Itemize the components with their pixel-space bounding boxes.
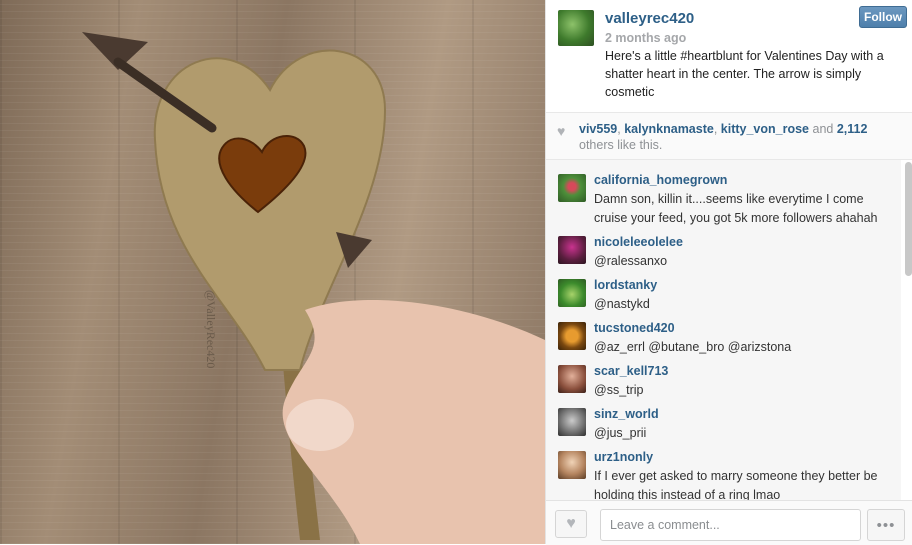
follow-button[interactable]: Follow — [859, 6, 907, 28]
comment-username[interactable]: sinz_world — [594, 407, 659, 421]
post-username[interactable]: valleyrec420 — [605, 10, 694, 27]
avatar[interactable] — [558, 279, 586, 307]
avatar[interactable] — [558, 236, 586, 264]
likes-text: viv559, kalynknamaste, kitty_von_rose an… — [579, 122, 868, 152]
avatar[interactable] — [558, 322, 586, 350]
comment-list[interactable]: california_homegrown Damn son, killin it… — [546, 160, 901, 500]
heart-icon: ♥ — [566, 515, 576, 532]
comment-text: @jus_prii — [594, 426, 647, 440]
comment-composer: ♥ ••• — [546, 500, 912, 545]
avatar[interactable] — [558, 408, 586, 436]
comment-scrollbar[interactable] — [905, 162, 912, 276]
comment-username[interactable]: urz1nonly — [594, 450, 653, 464]
heart-icon: ♥ — [557, 123, 566, 139]
post-caption: Here's a little #heartblunt for Valentin… — [605, 49, 884, 99]
likes-count[interactable]: 2,112 — [837, 122, 868, 136]
post-photo: @ValleyRec420 — [0, 0, 545, 544]
more-options-button[interactable]: ••• — [867, 509, 905, 541]
post-header: valleyrec420 2 months ago Here's a littl… — [546, 0, 912, 113]
like-button[interactable]: ♥ — [555, 510, 587, 538]
liker-link[interactable]: kitty_von_rose — [721, 122, 809, 136]
comment-username[interactable]: tucstoned420 — [594, 321, 675, 335]
comment-text: @az_errl @butane_bro @arizstona — [594, 340, 792, 354]
comment-text: @ss_trip — [594, 383, 644, 397]
avatar[interactable] — [558, 10, 594, 46]
comment-username[interactable]: california_homegrown — [594, 173, 727, 187]
thumbnail — [286, 399, 354, 451]
liker-link[interactable]: viv559 — [579, 122, 617, 136]
liker-link[interactable]: kalynknamaste — [624, 122, 714, 136]
avatar[interactable] — [558, 451, 586, 479]
post-sidebar: valleyrec420 2 months ago Here's a littl… — [545, 0, 912, 545]
avatar[interactable] — [558, 174, 586, 202]
comment-text: If I ever get asked to marry someone the… — [594, 469, 878, 500]
likes-summary: ♥ viv559, kalynknamaste, kitty_von_rose … — [546, 113, 912, 160]
avatar[interactable] — [558, 365, 586, 393]
comment-text: @ralessanxo — [594, 254, 668, 268]
comment-username[interactable]: nicoleleeolelee — [594, 235, 683, 249]
comment-username[interactable]: scar_kell713 — [594, 364, 668, 378]
comment-text: @nastykd — [594, 297, 650, 311]
ellipsis-icon: ••• — [876, 516, 896, 534]
comment-username[interactable]: lordstanky — [594, 278, 657, 292]
comment-input[interactable] — [600, 509, 861, 541]
photo-watermark: @ValleyRec420 — [204, 290, 218, 369]
comment-text: Damn son, killin it....seems like everyt… — [594, 192, 878, 225]
post-timestamp[interactable]: 2 months ago — [605, 31, 686, 45]
heart-blunt-illustration — [82, 32, 545, 544]
